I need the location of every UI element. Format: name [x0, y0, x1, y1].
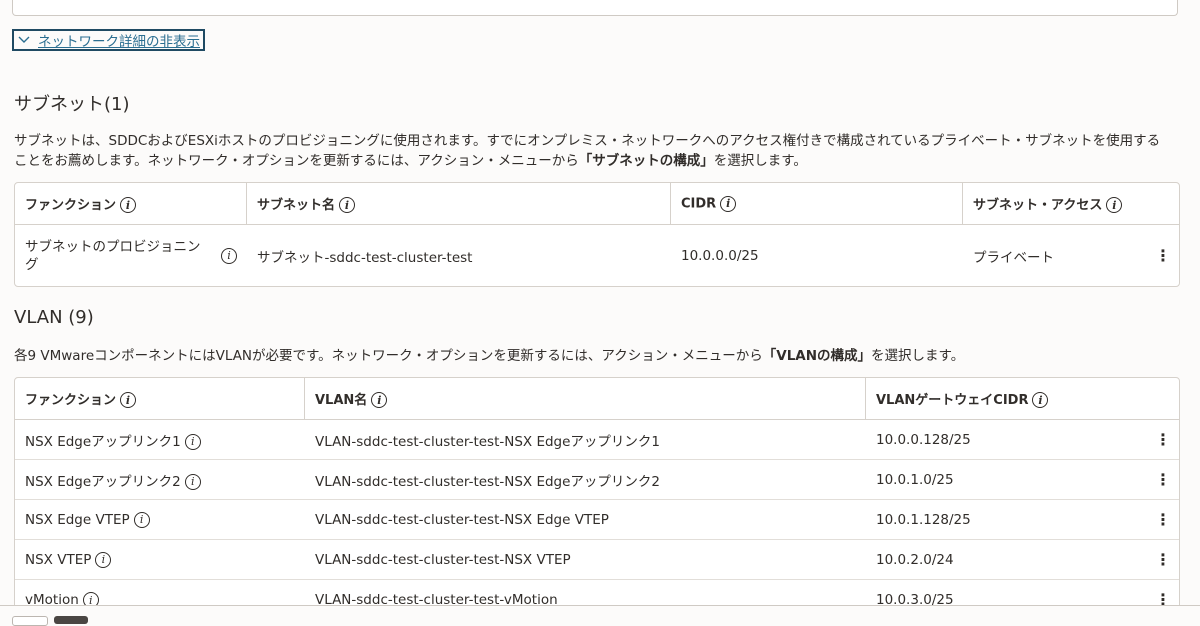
subnet-desc-post: を選択します。	[713, 153, 807, 169]
subnet-access-cell: プライベート ⋮	[963, 225, 1179, 286]
info-icon[interactable]: i	[371, 392, 388, 409]
vlan-cidr-value: 10.0.1.0/25	[876, 471, 954, 488]
subnet-table-header: ファンクション i サブネット名 i CIDR i サブネット・アクセス i	[15, 183, 1179, 225]
vlan-desc-bold: 「VLANの構成」	[762, 348, 872, 364]
subnet-access-value: プライベート	[973, 249, 1054, 266]
row-actions-kebab-icon[interactable]: ⋮	[1155, 471, 1171, 488]
subnet-col-function: ファンクション i	[15, 183, 247, 225]
vlan-description: 各9 VMwareコンポーネントにはVLANが必要です。ネットワーク・オプション…	[14, 346, 1184, 366]
vlan-function-cell: NSX Edgeアップリンク2 i	[15, 460, 305, 500]
vlan-col-function: ファンクション i	[15, 378, 305, 420]
subnet-col-cidr: CIDR i	[671, 183, 963, 225]
hide-network-details-label: ネットワーク詳細の非表示	[38, 34, 200, 50]
info-icon[interactable]: i	[184, 473, 201, 490]
vlan-name-cell: VLAN-sddc-test-cluster-test-NSX Edgeアップリ…	[305, 420, 866, 460]
table-row: NSX VTEP i VLAN-sddc-test-cluster-test-NS…	[15, 540, 1179, 580]
vlan-name-cell: VLAN-sddc-test-cluster-test-NSX Edgeアップリ…	[305, 460, 866, 500]
bottom-action-bar	[0, 605, 1200, 621]
table-row: NSX Edge VTEP i VLAN-sddc-test-cluster-te…	[15, 500, 1179, 540]
subnet-section-title: サブネット(1)	[14, 94, 130, 115]
subnet-col-cidr-label: CIDR	[681, 196, 717, 211]
vlan-function-cell: NSX Edge VTEP i	[15, 500, 305, 540]
vlan-function-label: NSX Edgeアップリンク1	[25, 433, 181, 450]
vlan-cidr-cell: 10.0.2.0/24 ⋮	[866, 540, 1179, 580]
info-icon[interactable]: i	[120, 392, 137, 409]
info-icon[interactable]: i	[339, 197, 356, 214]
vlan-cidr-cell: 10.0.1.0/25 ⋮	[866, 460, 1179, 500]
subnet-table: ファンクション i サブネット名 i CIDR i サブネット・アクセス i サブネット…	[14, 182, 1180, 287]
row-actions-kebab-icon[interactable]: ⋮	[1155, 511, 1171, 528]
info-icon[interactable]: i	[95, 551, 112, 568]
chevron-down-icon	[18, 34, 30, 47]
bottom-primary-button[interactable]	[54, 616, 88, 624]
subnet-function-text: サブネットのプロビジョニン グ	[25, 238, 201, 274]
bottom-secondary-button[interactable]	[12, 616, 48, 626]
subnet-desc-bold: 「サブネットの構成」	[578, 153, 714, 169]
vlan-name-cell: VLAN-sddc-test-cluster-test-NSX Edge VTE…	[305, 500, 866, 540]
subnet-col-access: サブネット・アクセス i	[963, 183, 1179, 225]
row-actions-kebab-icon[interactable]: ⋮	[1155, 551, 1171, 568]
vlan-cidr-cell: 10.0.1.128/25 ⋮	[866, 500, 1179, 540]
vlan-col-cidr: VLANゲートウェイCIDR i	[866, 378, 1179, 420]
vlan-function-label: NSX Edge VTEP	[25, 511, 130, 528]
vlan-function-cell: NSX VTEP i	[15, 540, 305, 580]
subnet-col-name-label: サブネット名	[257, 197, 336, 213]
subnet-description: サブネットは、SDDCおよびESXiホストのプロビジョニングに使用されます。すで…	[14, 131, 1184, 171]
table-row: サブネットのプロビジョニン グ i サブネット-sddc-test-cluste…	[15, 225, 1179, 286]
vlan-table-header: ファンクション i VLAN名 i VLANゲートウェイCIDR i	[15, 378, 1179, 420]
subnet-desc-pre: ことをお薦めします。ネットワーク・オプションを更新するには、アクション・メニュー…	[14, 153, 579, 169]
vlan-col-cidr-label: VLANゲートウェイCIDR	[876, 392, 1029, 408]
info-icon[interactable]: i	[133, 511, 150, 528]
vlan-function-label: NSX VTEP	[25, 551, 92, 568]
subnet-col-access-label: サブネット・アクセス	[973, 197, 1103, 213]
vlan-cidr-value: 10.0.1.128/25	[876, 511, 971, 528]
vlan-function-cell: NSX Edgeアップリンク1 i	[15, 420, 305, 460]
row-actions-kebab-icon[interactable]: ⋮	[1155, 431, 1171, 448]
info-icon[interactable]: i	[1106, 197, 1123, 214]
vlan-table: ファンクション i VLAN名 i VLANゲートウェイCIDR i NSX Edge…	[14, 377, 1180, 621]
subnet-function-cell: サブネットのプロビジョニン グ i	[15, 225, 247, 286]
vlan-cidr-value: 10.0.2.0/24	[876, 551, 954, 568]
previous-panel-box	[12, 0, 1178, 16]
subnet-function-line1: サブネットのプロビジョニン	[25, 238, 201, 255]
info-icon[interactable]: i	[184, 433, 201, 450]
hide-network-details-link[interactable]: ネットワーク詳細の非表示	[12, 29, 205, 51]
vlan-name-cell: VLAN-sddc-test-cluster-test-NSX VTEP	[305, 540, 866, 580]
row-actions-kebab-icon[interactable]: ⋮	[1155, 247, 1171, 264]
vlan-col-name-label: VLAN名	[315, 392, 368, 408]
subnet-col-function-label: ファンクション	[25, 197, 117, 213]
subnet-description-line2: ことをお薦めします。ネットワーク・オプションを更新するには、アクション・メニュー…	[14, 151, 1184, 171]
info-icon[interactable]: i	[120, 197, 137, 214]
info-icon[interactable]: i	[221, 247, 237, 264]
vlan-cidr-value: 10.0.0.128/25	[876, 431, 971, 448]
vlan-cidr-cell: 10.0.0.128/25 ⋮	[866, 420, 1179, 460]
subnet-col-name: サブネット名 i	[247, 183, 671, 225]
vlan-function-label: NSX Edgeアップリンク2	[25, 473, 181, 490]
table-row: NSX Edgeアップリンク1 i VLAN-sddc-test-cluster-…	[15, 420, 1179, 460]
vlan-col-function-label: ファンクション	[25, 392, 117, 408]
info-icon[interactable]: i	[1032, 392, 1049, 409]
vlan-desc-post: を選択します。	[871, 348, 965, 364]
subnet-cidr-cell: 10.0.0.0/25	[681, 247, 759, 264]
table-row: NSX Edgeアップリンク2 i VLAN-sddc-test-cluster-…	[15, 460, 1179, 500]
info-icon[interactable]: i	[720, 195, 737, 212]
vlan-desc-pre: 各9 VMwareコンポーネントにはVLANが必要です。ネットワーク・オプション…	[14, 348, 763, 364]
vlan-section-title: VLAN (9)	[14, 307, 94, 328]
vlan-col-name: VLAN名 i	[305, 378, 866, 420]
subnet-name-cell: サブネット-sddc-test-cluster-test	[257, 249, 473, 266]
subnet-function-line2: グ	[25, 256, 39, 273]
subnet-description-line1: サブネットは、SDDCおよびESXiホストのプロビジョニングに使用されます。すで…	[14, 133, 1161, 149]
